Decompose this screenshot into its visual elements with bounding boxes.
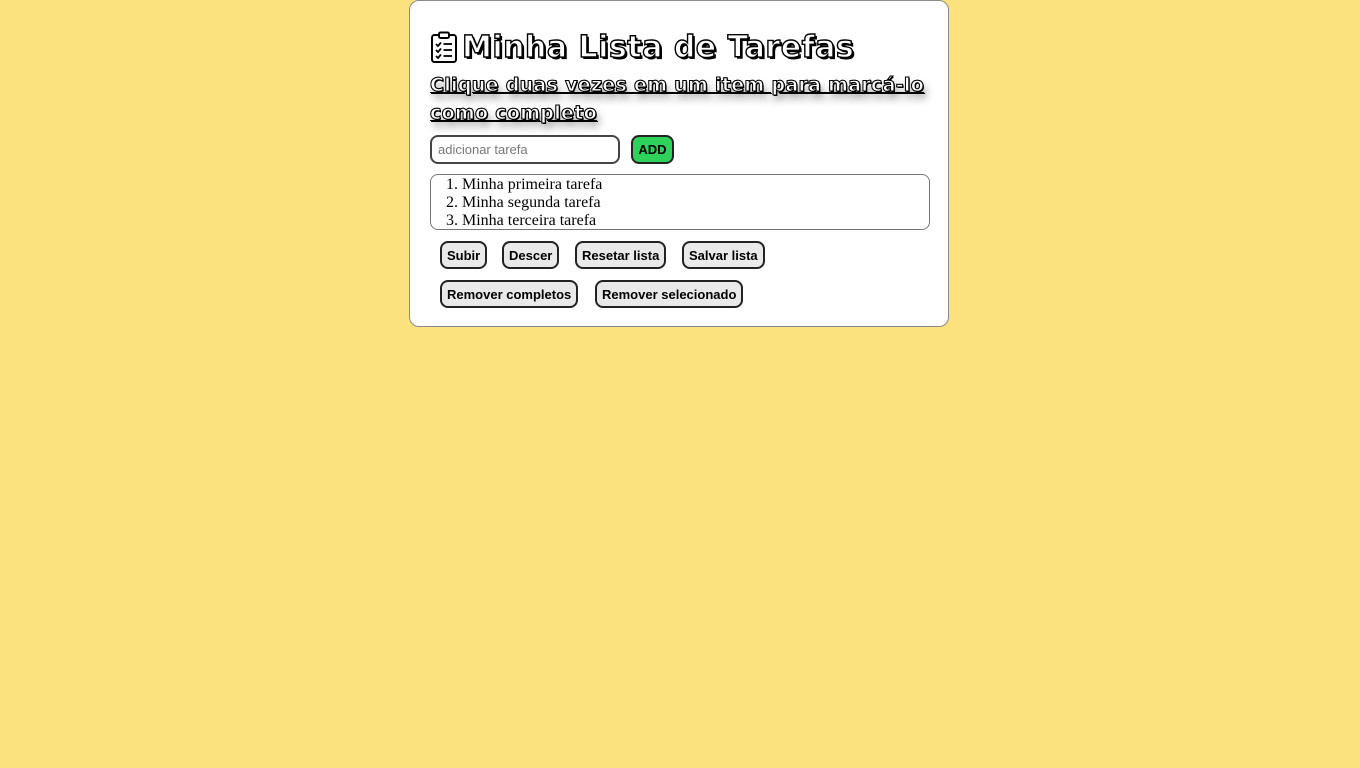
clipboard-list-icon — [431, 31, 457, 63]
add-button[interactable]: ADD — [631, 135, 674, 164]
remove-completed-button[interactable]: Remover completos — [440, 280, 579, 308]
move-down-button[interactable]: Descer — [502, 241, 560, 269]
title-row: Minha Lista de Tarefas — [430, 27, 854, 67]
remove-selected-button[interactable]: Remover selecionado — [595, 280, 744, 308]
new-task-input[interactable] — [430, 135, 620, 164]
task-item[interactable]: Minha segunda tarefa — [462, 194, 929, 212]
task-item[interactable]: Minha terceira tarefa — [462, 212, 929, 229]
save-list-button[interactable]: Salvar lista — [682, 241, 765, 269]
move-up-button[interactable]: Subir — [440, 241, 488, 269]
page-title: Minha Lista de Tarefas — [461, 29, 855, 65]
task-list-box: Minha primeira tarefa Minha segunda tare… — [430, 174, 930, 230]
task-item[interactable]: Minha primeira tarefa — [462, 176, 929, 194]
task-list: Minha primeira tarefa Minha segunda tare… — [431, 175, 929, 229]
todo-card: Minha Lista de Tarefas Clique duas vezes… — [409, 0, 949, 327]
instructions-subtitle: Clique duas vezes em um item para marcá-… — [430, 74, 925, 125]
reset-list-button[interactable]: Resetar lista — [575, 241, 667, 269]
